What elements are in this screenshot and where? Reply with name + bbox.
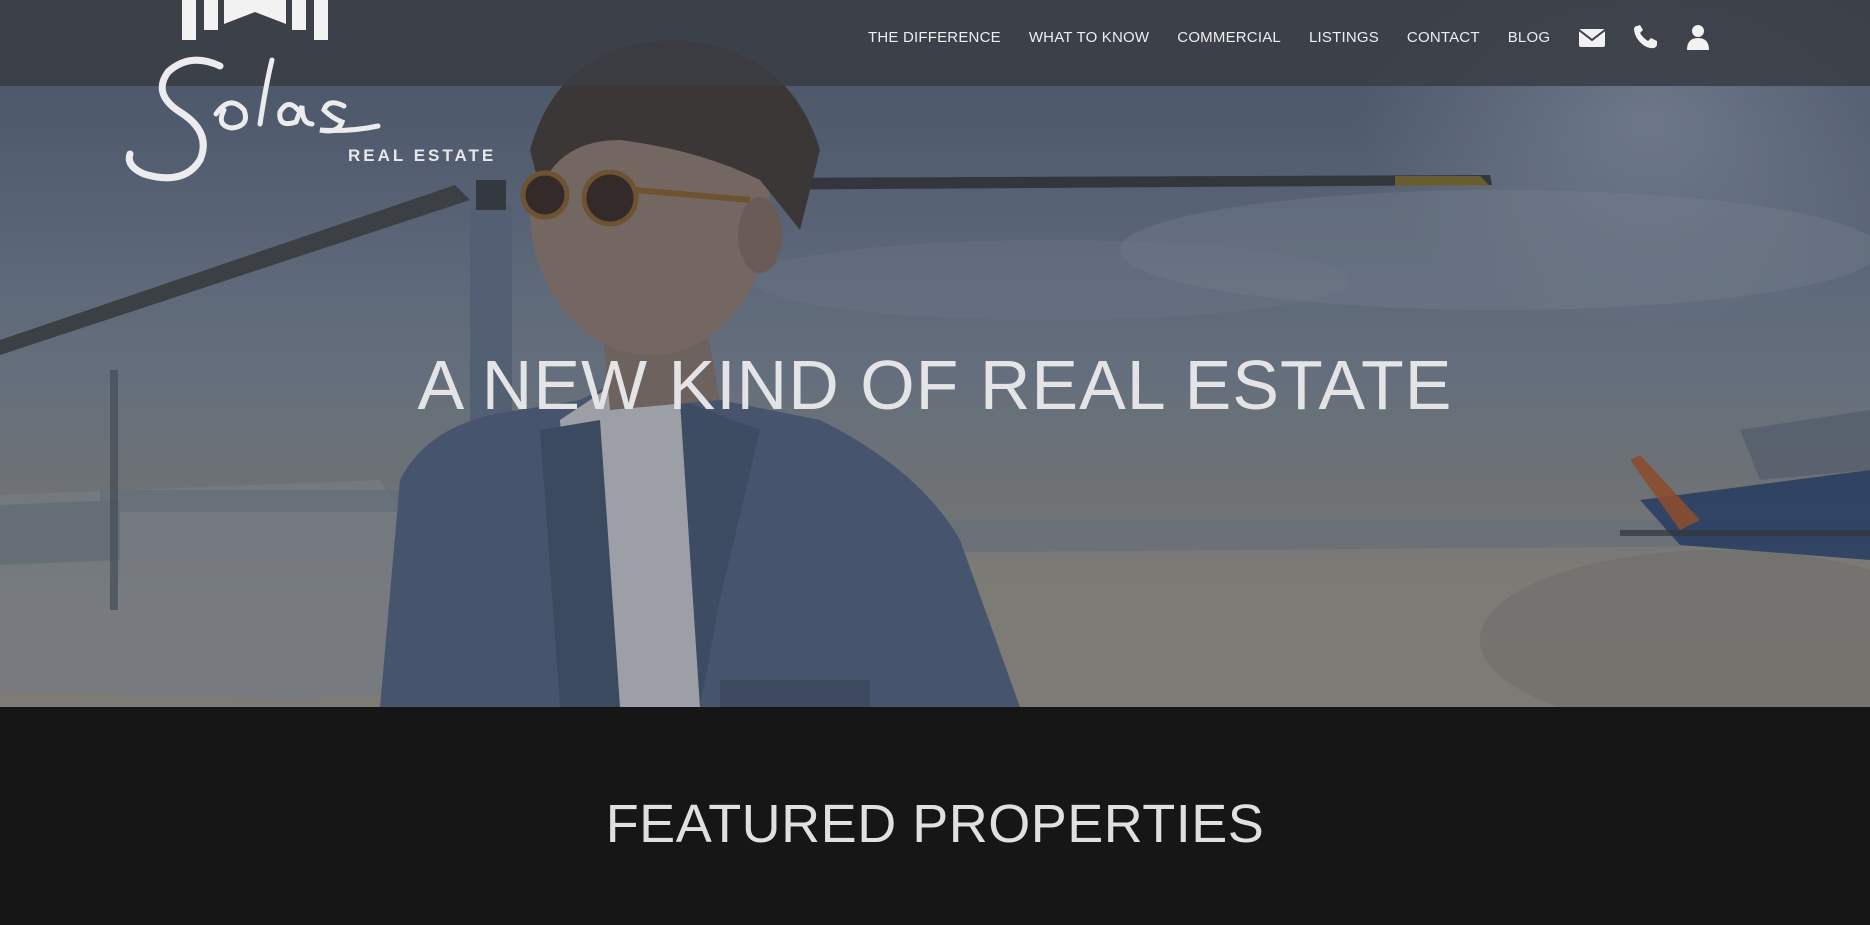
user-icon[interactable]: [1684, 24, 1712, 50]
featured-properties-section: FEATURED PROPERTIES: [0, 707, 1870, 925]
solas-logo-graphic: [125, 0, 381, 182]
logo-subtitle: REAL ESTATE: [348, 146, 497, 165]
nav-item-blog[interactable]: BLOG: [1508, 29, 1550, 46]
nav-item-what-to-know[interactable]: WHAT TO KNOW: [1029, 29, 1149, 46]
envelope-icon[interactable]: [1578, 24, 1606, 50]
brand-logo[interactable]: REAL ESTATE: [120, 0, 493, 194]
nav-item-commercial[interactable]: COMMERCIAL: [1177, 29, 1281, 46]
hero-headline: A NEW KIND OF REAL ESTATE: [417, 346, 1453, 424]
nav-item-contact[interactable]: CONTACT: [1407, 29, 1480, 46]
page: A NEW KIND OF REAL ESTATE THE DIFFERENCE…: [0, 0, 1870, 925]
nav-item-the-difference[interactable]: THE DIFFERENCE: [868, 29, 1001, 46]
phone-icon[interactable]: [1631, 24, 1659, 50]
nav-item-listings[interactable]: LISTINGS: [1309, 29, 1379, 46]
featured-properties-heading: FEATURED PROPERTIES: [605, 794, 1265, 854]
main-nav: THE DIFFERENCE WHAT TO KNOW COMMERCIAL L…: [868, 24, 1737, 50]
